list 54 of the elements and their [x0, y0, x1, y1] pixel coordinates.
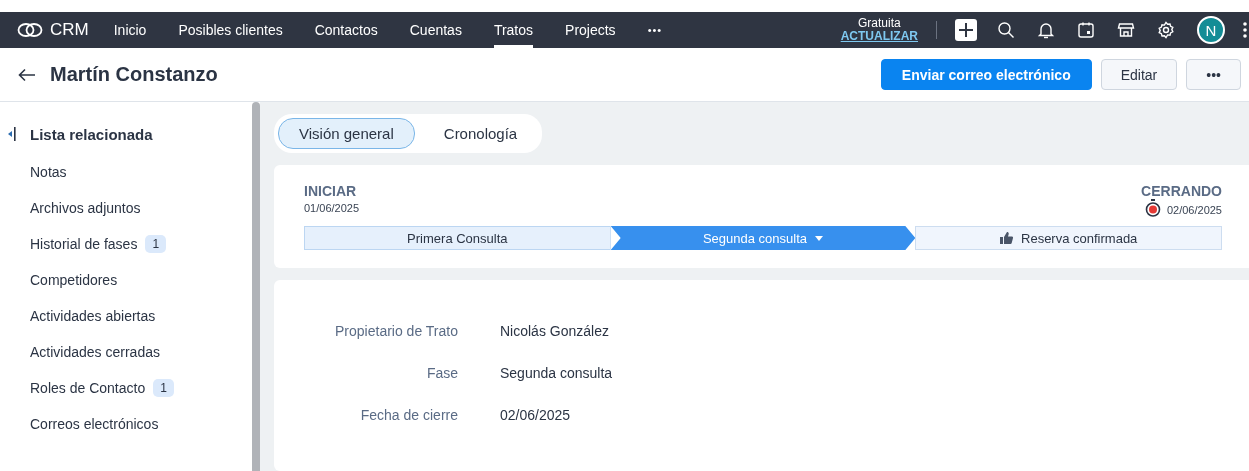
sidebar-item[interactable]: Roles de Contacto: [30, 380, 146, 396]
sidebar-item[interactable]: Historial de fases: [30, 236, 138, 252]
search-icon[interactable]: [997, 21, 1015, 39]
bell-icon[interactable]: [1037, 21, 1055, 39]
send-email-button[interactable]: Enviar correo electrónico: [880, 59, 1092, 90]
dropdown-caret-icon[interactable]: [815, 235, 824, 241]
nav-tab[interactable]: Projects: [565, 12, 616, 48]
sidebar-item[interactable]: Correos electrónicos: [30, 416, 159, 432]
calendar-icon[interactable]: [1077, 21, 1095, 39]
stage-step[interactable]: Primera Consulta: [304, 226, 611, 250]
field-label: Propietario de Trato: [334, 323, 458, 339]
logo-icon: [17, 22, 43, 38]
field-value: 02/06/2025: [500, 407, 571, 423]
nav-tab[interactable]: Contactos: [314, 12, 378, 48]
count-badge: 1: [153, 379, 174, 397]
stage-step[interactable]: Reserva confirmada: [915, 226, 1222, 250]
field-value: Segunda consulta: [500, 365, 613, 381]
stopwatch-icon: [1144, 199, 1161, 217]
field-value: Nicolás González: [500, 323, 609, 339]
start-label: INICIAR: [304, 183, 358, 199]
field-label: Fase: [425, 365, 458, 381]
count-badge: 1: [145, 235, 167, 253]
field-label: Fecha de cierre: [359, 407, 458, 423]
nav-tab[interactable]: Inicio: [113, 12, 147, 48]
nav-tab[interactable]: Posibles clientes: [178, 12, 283, 48]
sidebar-item[interactable]: Competidores: [30, 272, 118, 288]
store-icon[interactable]: [1117, 21, 1135, 39]
view-tab[interactable]: Cronología: [422, 118, 539, 149]
nav-tab[interactable]: Cuentas: [409, 12, 462, 48]
sidebar-item[interactable]: Notas: [30, 164, 67, 180]
sidebar-title: Lista relacionada: [30, 125, 153, 143]
end-label: CERRANDO: [1141, 183, 1222, 199]
thumbs-up-icon: [1000, 232, 1013, 244]
kebab-menu-icon[interactable]: [1243, 21, 1247, 39]
back-arrow-icon[interactable]: [18, 67, 36, 82]
more-menu[interactable]: •••: [647, 24, 663, 36]
add-icon[interactable]: [955, 19, 977, 41]
start-date: 01/06/2025: [304, 202, 360, 214]
header-button[interactable]: •••: [1186, 59, 1241, 90]
settings-icon[interactable]: [1157, 21, 1175, 39]
upgrade-link[interactable]: ACTUALIZAR: [840, 30, 918, 43]
header-button[interactable]: Editar: [1100, 59, 1178, 90]
brand-name: CRM: [50, 20, 89, 40]
end-date: 02/06/2025: [1166, 203, 1222, 216]
sidebar-item[interactable]: Actividades abiertas: [30, 308, 156, 324]
plan-label: Gratuita: [858, 17, 901, 30]
sidebar-item[interactable]: Archivos adjuntos: [30, 200, 141, 216]
collapse-icon[interactable]: [8, 127, 16, 141]
scrollbar[interactable]: [252, 102, 260, 471]
sidebar-item[interactable]: Actividades cerradas: [30, 344, 160, 360]
user-avatar[interactable]: N: [1197, 16, 1225, 44]
record-title: Martín Constanzo: [50, 63, 218, 86]
nav-tab[interactable]: Tratos: [493, 12, 534, 48]
view-tab[interactable]: Visión general: [278, 118, 415, 149]
